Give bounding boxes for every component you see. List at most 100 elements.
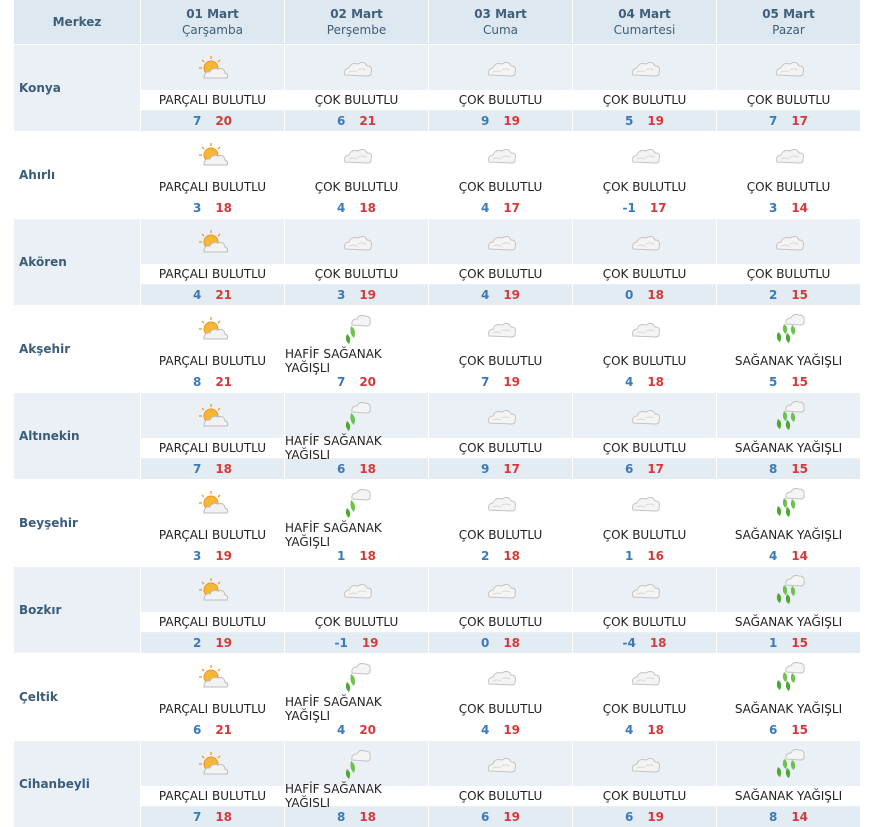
header-day: 02 Mart Perşembe (285, 0, 428, 44)
temperature-range: 2 18 (429, 546, 572, 566)
forecast-cell: ÇOK BULUTLU 4 17 (429, 132, 572, 218)
max-temperature: 18 (359, 549, 377, 563)
condition-label: SAĞANAK YAĞIŞLI (717, 351, 860, 371)
min-temperature: 6 (336, 114, 346, 128)
forecast-cell: ÇOK BULUTLU 6 17 (573, 393, 716, 479)
max-temperature: 20 (359, 723, 377, 737)
header-weekday: Cumartesi (613, 23, 676, 37)
partly-cloudy-icon (141, 306, 284, 351)
city-name[interactable]: Akşehir (14, 306, 140, 392)
forecast-cell: ÇOK BULUTLU 3 19 (285, 219, 428, 305)
min-temperature: 8 (192, 375, 202, 389)
city-name[interactable]: Akören (14, 219, 140, 305)
partly-cloudy-icon (141, 654, 284, 699)
temperature-range: 0 18 (429, 633, 572, 653)
header-date: 03 Mart (474, 7, 527, 21)
condition-label: HAFİF SAĞANAK YAĞIŞLI (285, 521, 428, 549)
temperature-range: 7 18 (141, 807, 284, 827)
shower-icon (717, 741, 860, 786)
min-temperature: 6 (480, 810, 490, 824)
forecast-cell: ÇOK BULUTLU 7 17 (717, 45, 860, 131)
condition-label: ÇOK BULUTLU (429, 525, 572, 545)
min-temperature: 3 (192, 201, 202, 215)
min-temperature: 2 (192, 636, 202, 650)
forecast-cell: ÇOK BULUTLU 9 19 (429, 45, 572, 131)
temperature-range: 7 17 (717, 111, 860, 131)
min-temperature: 2 (480, 549, 490, 563)
condition-label: HAFİF SAĞANAK YAĞIŞLI (285, 347, 428, 375)
cloudy-icon (573, 480, 716, 525)
table-row: Akşehir PARÇALI BULUTLU 8 21 HAFİF SAĞANAK Y… (14, 306, 860, 392)
header-weekday: Perşembe (326, 23, 387, 37)
condition-label: ÇOK BULUTLU (429, 90, 572, 110)
forecast-cell: PARÇALI BULUTLU 3 19 (141, 480, 284, 566)
temperature-range: 7 18 (141, 459, 284, 479)
city-name[interactable]: Konya (14, 45, 140, 131)
temperature-range: 6 17 (573, 459, 716, 479)
max-temperature: 18 (503, 636, 521, 650)
forecast-cell: ÇOK BULUTLU 4 18 (573, 306, 716, 392)
light-shower-icon (285, 741, 428, 786)
condition-label: ÇOK BULUTLU (573, 90, 716, 110)
temperature-range: 9 17 (429, 459, 572, 479)
condition-label: PARÇALI BULUTLU (141, 612, 284, 632)
condition-label: ÇOK BULUTLU (429, 786, 572, 806)
condition-label: PARÇALI BULUTLU (141, 525, 284, 545)
city-name[interactable]: Çeltik (14, 654, 140, 740)
header-day: 04 Mart Cumartesi (573, 0, 716, 44)
condition-label: SAĞANAK YAĞIŞLI (717, 612, 860, 632)
temperature-range: 2 15 (717, 285, 860, 305)
temperature-range: -1 19 (285, 633, 428, 653)
temperature-range: 7 19 (429, 372, 572, 392)
header-day: 01 Mart Çarşamba (141, 0, 284, 44)
max-temperature: 18 (359, 810, 377, 824)
max-temperature: 17 (503, 462, 521, 476)
cloudy-icon (429, 219, 572, 264)
forecast-cell: ÇOK BULUTLU 6 19 (429, 741, 572, 827)
temperature-range: 1 15 (717, 633, 860, 653)
min-temperature: -4 (622, 636, 636, 650)
max-temperature: 15 (791, 375, 809, 389)
condition-label: ÇOK BULUTLU (573, 525, 716, 545)
condition-label: ÇOK BULUTLU (429, 351, 572, 371)
max-temperature: 20 (215, 114, 233, 128)
cloudy-icon (573, 654, 716, 699)
min-temperature: 7 (192, 114, 202, 128)
max-temperature: 18 (215, 201, 233, 215)
min-temperature: 4 (336, 201, 346, 215)
forecast-cell: SAĞANAK YAĞIŞLI 5 15 (717, 306, 860, 392)
forecast-cell: HAFİF SAĞANAK YAĞIŞLI 4 20 (285, 654, 428, 740)
min-temperature: 1 (624, 549, 634, 563)
cloudy-icon (285, 219, 428, 264)
max-temperature: 15 (791, 288, 809, 302)
cloudy-icon (573, 393, 716, 438)
light-shower-icon (285, 654, 428, 699)
min-temperature: 3 (336, 288, 346, 302)
partly-cloudy-icon (141, 567, 284, 612)
city-name[interactable]: Cihanbeyli (14, 741, 140, 827)
forecast-cell: PARÇALI BULUTLU 4 21 (141, 219, 284, 305)
condition-label: ÇOK BULUTLU (285, 90, 428, 110)
max-temperature: 15 (791, 636, 809, 650)
forecast-cell: HAFİF SAĞANAK YAĞIŞLI 1 18 (285, 480, 428, 566)
condition-label: HAFİF SAĞANAK YAĞIŞLI (285, 782, 428, 810)
condition-label: ÇOK BULUTLU (429, 264, 572, 284)
temperature-range: 4 18 (573, 372, 716, 392)
condition-label: ÇOK BULUTLU (573, 699, 716, 719)
temperature-range: 5 15 (717, 372, 860, 392)
forecast-cell: ÇOK BULUTLU 7 19 (429, 306, 572, 392)
city-name[interactable]: Ahırlı (14, 132, 140, 218)
header-date: 05 Mart (762, 7, 815, 21)
city-name[interactable]: Altınekin (14, 393, 140, 479)
partly-cloudy-icon (141, 45, 284, 90)
city-name[interactable]: Beyşehir (14, 480, 140, 566)
min-temperature: 1 (768, 636, 778, 650)
forecast-cell: PARÇALI BULUTLU 7 18 (141, 393, 284, 479)
max-temperature: 18 (649, 636, 667, 650)
min-temperature: 4 (480, 723, 490, 737)
condition-label: ÇOK BULUTLU (573, 177, 716, 197)
max-temperature: 19 (215, 636, 233, 650)
city-name[interactable]: Bozkır (14, 567, 140, 653)
temperature-range: 4 18 (573, 720, 716, 740)
min-temperature: 6 (768, 723, 778, 737)
